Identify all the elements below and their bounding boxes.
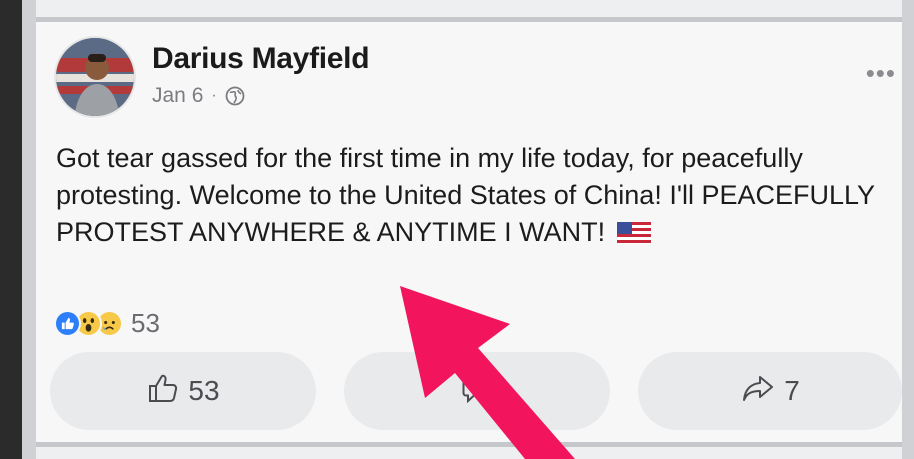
post-meta: Jan 6 · [152,84,245,108]
meta-separator: · [211,87,217,104]
author-name[interactable]: Darius Mayfield [152,42,370,76]
share-count: 7 [784,375,800,406]
avatar-image [56,38,134,116]
screen: Darius Mayfield Jan 6 · ••• Got tear gas… [22,0,914,459]
share-button[interactable]: 7 [638,352,902,430]
avatar[interactable] [54,36,136,118]
share-icon [740,371,776,412]
post-date[interactable]: Jan 6 [152,84,203,108]
thumbs-up-icon [146,371,180,412]
like-reaction-icon [54,310,81,337]
bottom-divider [36,442,902,459]
reactions-summary[interactable]: 53 [54,308,160,339]
more-options-icon[interactable]: ••• [866,58,896,89]
comment-button[interactable] [344,352,610,430]
post-card: Darius Mayfield Jan 6 · ••• Got tear gas… [36,22,902,442]
reaction-count: 53 [131,308,160,338]
post-text: Got tear gassed for the first time in my… [56,140,896,251]
top-divider [36,0,902,22]
comment-icon [460,371,494,412]
like-button[interactable]: 53 [50,352,316,430]
like-count: 53 [188,375,220,406]
us-flag-icon [616,217,651,244]
left-frame-bar [0,0,22,459]
post-body: Got tear gassed for the first time in my… [56,143,875,247]
globe-icon [225,86,245,106]
